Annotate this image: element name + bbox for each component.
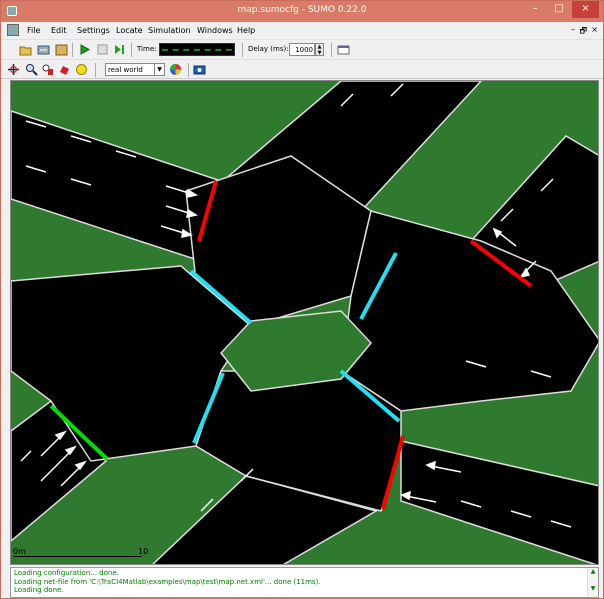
locate-vehicle-icon[interactable] <box>58 63 71 76</box>
view-toolbar: real world ▼ <box>1 59 603 79</box>
mdi-close-button[interactable]: × <box>591 25 598 34</box>
menu-file[interactable]: File <box>27 26 40 35</box>
menu-edit[interactable]: Edit <box>51 26 67 35</box>
time-display <box>159 43 235 56</box>
log-line: Loading net-file from 'C:\TraCI4Matlab\e… <box>14 577 321 586</box>
sumo-window: map.sumocfg - SUMO 0.22.0 – □ × File Edi… <box>0 0 604 599</box>
road-network <box>11 81 598 564</box>
close-button[interactable]: × <box>572 1 599 18</box>
color-scheme-value: real world <box>108 66 143 74</box>
road-east <box>400 440 598 564</box>
menu-help[interactable]: Help <box>237 26 255 35</box>
chevron-down-icon: ▼ <box>154 64 164 75</box>
mdi-restore-button[interactable]: 🗗 <box>579 25 587 39</box>
junction-south <box>195 370 402 512</box>
minimize-button[interactable]: – <box>523 1 547 18</box>
step-icon[interactable] <box>113 43 126 56</box>
menu-windows[interactable]: Windows <box>197 26 233 35</box>
delay-input[interactable]: 1000 <box>289 43 315 56</box>
toolbar-separator <box>331 43 332 57</box>
color-wheel-icon[interactable] <box>169 63 182 76</box>
delay-label: Delay (ms): <box>248 45 289 53</box>
reload-icon[interactable] <box>37 43 50 56</box>
toolbar-separator <box>188 63 189 77</box>
zoom-icon[interactable] <box>25 63 38 76</box>
toolbar-separator <box>95 63 96 77</box>
log-scrollbar[interactable]: ▲ ▼ <box>587 568 598 597</box>
mdi-minimize-button[interactable]: – <box>571 25 575 34</box>
scale-end-label: 10 <box>138 547 149 556</box>
color-scheme-select[interactable]: real world ▼ <box>105 63 165 76</box>
window-title: map.sumocfg - SUMO 0.22.0 <box>237 5 367 15</box>
menu-settings[interactable]: Settings <box>77 26 110 35</box>
log-line: Loading done. <box>14 586 64 594</box>
toolbar-separator <box>72 43 73 57</box>
additional-icon[interactable] <box>75 63 88 76</box>
road-west <box>11 110 222 268</box>
maximize-button[interactable]: □ <box>547 1 571 18</box>
locate-junction-icon[interactable] <box>41 63 54 76</box>
title-bar[interactable]: map.sumocfg - SUMO 0.22.0 – □ × <box>1 1 603 22</box>
recenter-icon[interactable] <box>7 63 20 76</box>
scale-start-label: 0m <box>13 547 26 556</box>
toolbar-separator <box>242 43 243 57</box>
screenshot-icon[interactable] <box>193 63 206 76</box>
stop-icon[interactable] <box>96 43 109 56</box>
edit-delay-icon[interactable] <box>337 43 350 56</box>
menu-locate[interactable]: Locate <box>116 26 143 35</box>
message-log[interactable]: Loading configuration... done. Loading n… <box>10 567 599 598</box>
close-file-icon[interactable] <box>55 43 68 56</box>
simulation-toolbar: Time: Delay (ms): 1000 ▲ ▼ <box>1 39 603 59</box>
toolbar-separator <box>131 43 132 57</box>
scale-bar <box>13 556 141 557</box>
play-icon[interactable] <box>78 43 91 56</box>
log-line: Loading configuration... done. <box>14 569 119 577</box>
open-folder-icon[interactable] <box>19 43 32 56</box>
time-label: Time: <box>137 45 157 53</box>
delay-spinner[interactable]: ▲ ▼ <box>315 43 324 56</box>
network-canvas[interactable] <box>10 80 599 565</box>
document-icon <box>7 24 19 36</box>
menu-bar: File Edit Settings Locate Simulation Win… <box>1 22 603 39</box>
menu-simulation[interactable]: Simulation <box>148 26 191 35</box>
